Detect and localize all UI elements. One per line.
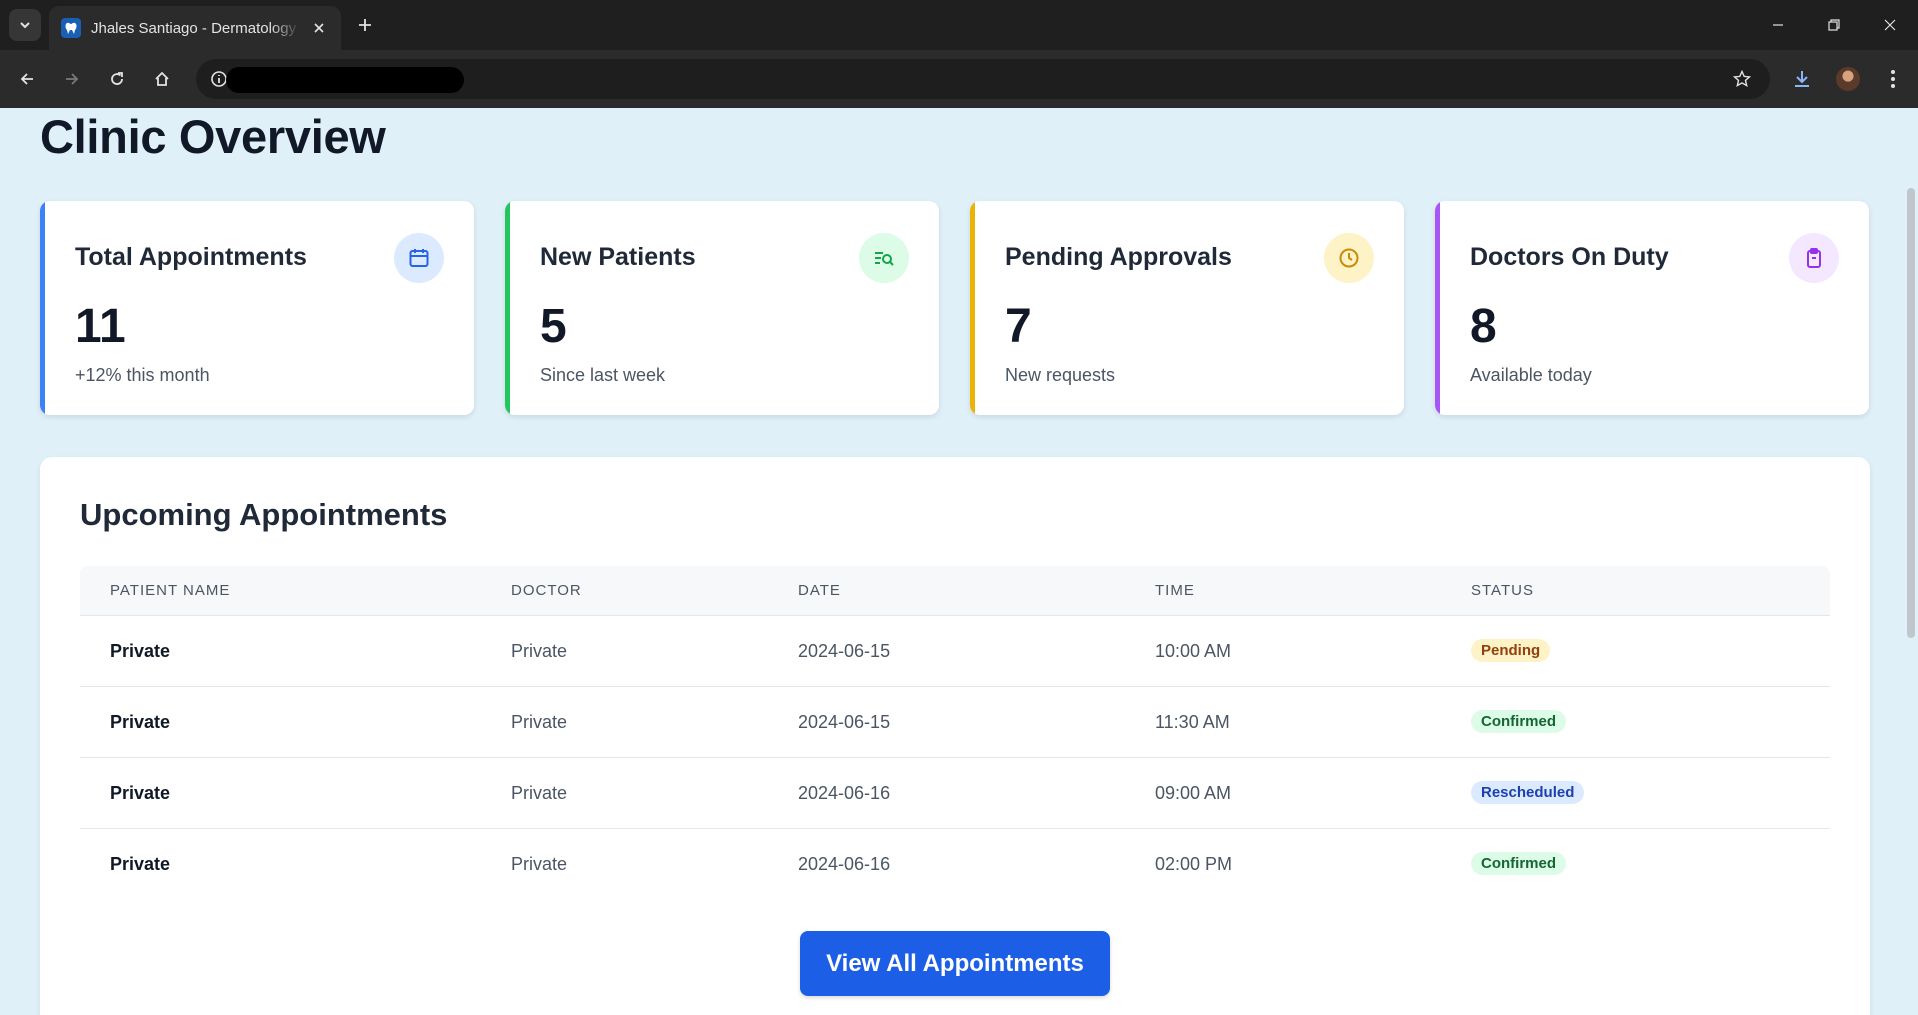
stat-value: 11 [75,300,126,353]
doctor-cell: Private [511,783,568,803]
status-badge: Rescheduled [1471,781,1585,804]
kebab-menu-icon[interactable] [1877,63,1909,95]
card-accent-bar [40,201,45,415]
stat-label: Pending Approvals [1005,243,1232,271]
status-badge: Confirmed [1471,852,1566,875]
table-row[interactable]: Private Private 2024-06-16 02:00 PM Conf… [80,829,1830,900]
tab-search-icon[interactable] [9,9,41,41]
card-accent-bar [505,201,510,415]
reload-icon[interactable] [101,63,133,95]
star-icon[interactable] [1728,65,1756,93]
calendar-icon [394,233,444,283]
table-row[interactable]: Private Private 2024-06-15 11:30 AM Conf… [80,687,1830,758]
browser-tab-bar: Jhales Santiago - Dermatology Clinic [0,0,1918,50]
card-accent-bar [1435,201,1440,415]
browser-tab[interactable]: Jhales Santiago - Dermatology Clinic [49,6,341,50]
date-cell: 2024-06-16 [798,854,891,874]
column-header-doctor: Doctor [511,582,582,599]
patient-name-cell: Private [110,641,171,661]
address-bar[interactable] [196,59,1770,99]
restore-icon[interactable] [1806,0,1862,50]
stat-card-doctors-on-duty: Doctors On Duty 8 Available today [1435,201,1869,415]
doctor-cell: Private [511,854,568,874]
column-header-date: Date [798,582,841,599]
column-header-status: Status [1471,582,1534,599]
back-icon[interactable] [11,63,43,95]
stat-value: 5 [540,300,567,353]
patient-name-cell: Private [110,783,171,803]
profile-avatar[interactable] [1832,63,1864,95]
stat-value: 7 [1005,300,1032,353]
patient-name-cell: Private [110,854,171,874]
close-window-icon[interactable] [1862,0,1918,50]
column-header-patient: Patient Name [110,582,231,599]
close-icon[interactable] [309,18,329,38]
page-scrollbar[interactable] [1904,108,1918,1015]
status-badge: Pending [1471,639,1551,662]
column-header-time: Time [1155,582,1195,599]
date-cell: 2024-06-16 [798,783,891,803]
stat-label: Total Appointments [75,243,307,271]
home-icon[interactable] [146,63,178,95]
stat-card-total-appointments: Total Appointments 11 +12% this month [40,201,474,415]
doctor-cell: Private [511,712,568,732]
scrollbar-thumb[interactable] [1907,188,1915,638]
stat-card-pending-approvals: Pending Approvals 7 New requests [970,201,1404,415]
appointments-table: Patient Name Doctor Date Time Status Pri… [80,566,1830,900]
minimize-icon[interactable] [1750,0,1806,50]
page-content: Clinic Overview Total Appointments 11 +1… [0,108,1918,1015]
upcoming-appointments-panel: Upcoming Appointments Patient Name Docto… [40,457,1870,1015]
table-header: Patient Name Doctor Date Time Status [80,566,1830,616]
stat-subtext: New requests [1005,365,1116,385]
status-badge: Confirmed [1471,710,1566,733]
table-row[interactable]: Private Private 2024-06-16 09:00 AM Resc… [80,758,1830,829]
tab-title: Jhales Santiago - Dermatology Clinic [91,19,301,37]
time-cell: 09:00 AM [1155,783,1232,803]
clock-icon [1324,233,1374,283]
forward-icon[interactable] [56,63,88,95]
patient-name-cell: Private [110,712,171,732]
stat-subtext: +12% this month [75,365,210,385]
view-all-appointments-button[interactable]: View All Appointments [800,931,1110,996]
stat-label: New Patients [540,243,696,271]
date-cell: 2024-06-15 [798,712,891,732]
page-title: Clinic Overview [40,110,386,163]
stat-subtext: Available today [1470,365,1592,385]
clipboard-icon [1789,233,1839,283]
download-icon[interactable] [1786,63,1818,95]
tooth-favicon-icon [61,18,81,38]
time-cell: 02:00 PM [1155,854,1233,874]
time-cell: 10:00 AM [1155,641,1232,661]
stat-label: Doctors On Duty [1470,243,1669,271]
doctor-cell: Private [511,641,568,661]
time-cell: 11:30 AM [1155,712,1230,732]
browser-toolbar [0,50,1918,108]
stat-card-new-patients: New Patients 5 Since last week [505,201,939,415]
date-cell: 2024-06-15 [798,641,891,661]
stat-subtext: Since last week [540,365,666,385]
card-accent-bar [970,201,975,415]
panel-title: Upcoming Appointments [80,497,448,532]
plus-icon[interactable] [352,12,378,38]
redacted-url [226,67,464,93]
table-row[interactable]: Private Private 2024-06-15 10:00 AM Pend… [80,616,1830,687]
user-search-icon [859,233,909,283]
stat-value: 8 [1470,300,1497,353]
